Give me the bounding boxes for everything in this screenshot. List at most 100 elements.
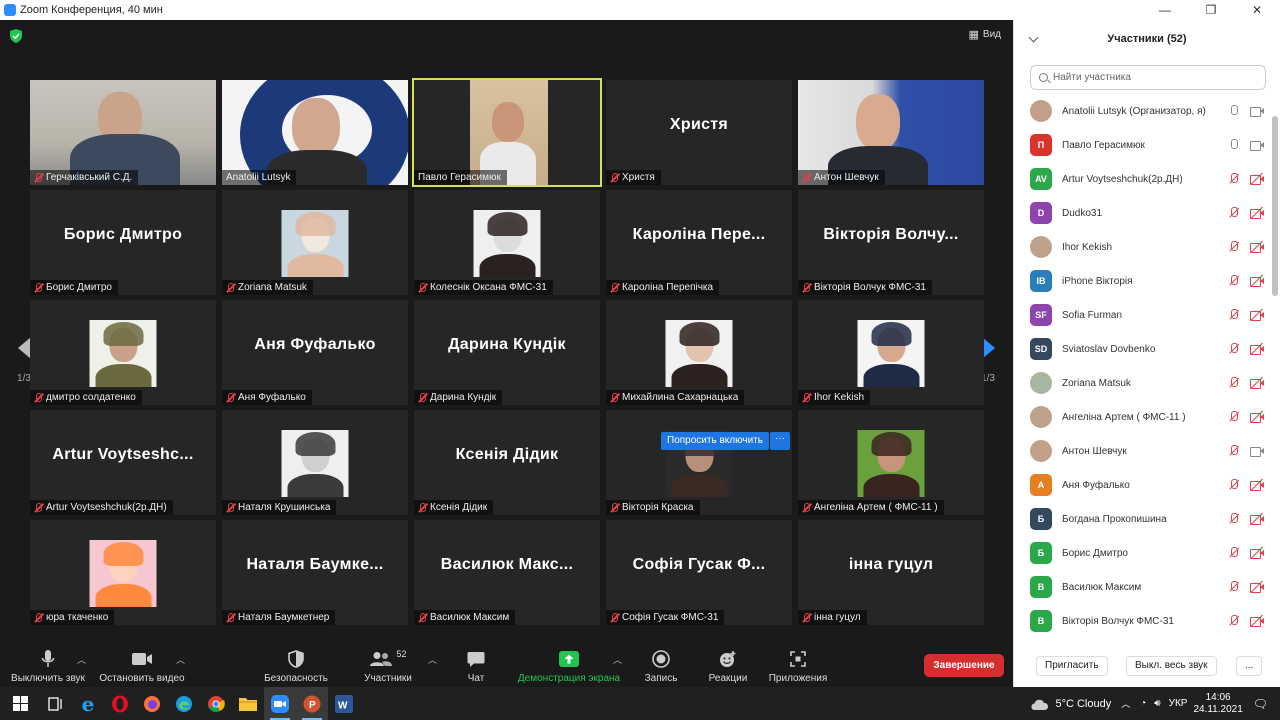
edge-icon[interactable] bbox=[168, 687, 200, 720]
close-button[interactable]: ✕ bbox=[1234, 0, 1280, 20]
panel-scrollbar[interactable] bbox=[1272, 116, 1278, 296]
notifications-icon[interactable]: 🗨︎ bbox=[1253, 697, 1268, 711]
chevron-down-icon[interactable] bbox=[1028, 32, 1039, 43]
video-off-icon[interactable] bbox=[1250, 172, 1264, 185]
encryption-shield-icon[interactable] bbox=[10, 29, 22, 43]
participant-tile[interactable]: Вікторія Волчу... Вікторія Волчук ФМС-31 bbox=[798, 190, 984, 295]
video-off-icon[interactable] bbox=[1250, 478, 1264, 491]
weather-text[interactable]: 5°C Cloudy bbox=[1055, 698, 1111, 710]
video-off-icon[interactable] bbox=[1250, 342, 1264, 355]
mute-button[interactable]: Выключить звук bbox=[8, 647, 88, 687]
participant-tile[interactable]: дмитро солдатенко bbox=[30, 300, 216, 405]
participant-row[interactable]: В Василюк Максим bbox=[1014, 570, 1272, 604]
participant-tile[interactable]: юра ткаченко bbox=[30, 520, 216, 625]
participant-tile[interactable]: Наталя Крушинська bbox=[222, 410, 408, 515]
language-indicator[interactable]: УКР bbox=[1169, 698, 1188, 709]
video-off-icon[interactable] bbox=[1250, 580, 1264, 593]
record-button[interactable]: Запись bbox=[640, 647, 682, 687]
participant-tile[interactable]: Христя Христя bbox=[606, 80, 792, 185]
participant-tile[interactable]: Ihor Kekish bbox=[798, 300, 984, 405]
file-explorer-icon[interactable] bbox=[232, 687, 264, 720]
participants-caret-icon[interactable]: ︿ bbox=[428, 653, 437, 666]
participant-tile[interactable]: Василюк Макс... Василюк Максим bbox=[414, 520, 600, 625]
participant-row[interactable]: Ангеліна Артем ( ФМС-11 ) bbox=[1014, 400, 1272, 434]
participant-row[interactable]: Антон Шевчук bbox=[1014, 434, 1272, 468]
participant-row[interactable]: IB iPhone Вікторія bbox=[1014, 264, 1272, 298]
participant-tile[interactable]: Наталя Баумке... Наталя Баумкетнер bbox=[222, 520, 408, 625]
share-caret-icon[interactable]: ︿ bbox=[613, 653, 622, 666]
participant-tile[interactable]: Павло Герасимюк bbox=[412, 78, 602, 187]
video-options-caret-icon[interactable]: ︿ bbox=[176, 653, 185, 666]
participant-row[interactable]: В Вікторія Волчук ФМС-31 bbox=[1014, 604, 1272, 638]
participant-tile[interactable]: Вікторія Краска bbox=[606, 410, 792, 515]
participant-row[interactable]: Б Богдана Прокопишина bbox=[1014, 502, 1272, 536]
muted-mic-icon[interactable] bbox=[1228, 513, 1240, 525]
video-icon[interactable] bbox=[1250, 445, 1264, 457]
windows-start-icon[interactable] bbox=[0, 687, 40, 720]
participant-tile[interactable]: Дарина Кундік Дарина Кундік bbox=[414, 300, 600, 405]
invite-button[interactable]: Пригласить bbox=[1036, 656, 1108, 676]
chat-button[interactable]: Чат bbox=[456, 647, 496, 687]
participant-tile[interactable]: Anatolii Lutsyk bbox=[222, 80, 408, 185]
tile-more-button[interactable]: ··· bbox=[770, 432, 790, 450]
participant-row[interactable]: Ihor Kekish bbox=[1014, 230, 1272, 264]
muted-mic-icon[interactable] bbox=[1228, 207, 1240, 219]
participant-row[interactable]: SD Sviatoslav Dovbenko bbox=[1014, 332, 1272, 366]
participant-tile[interactable]: Колеснік Оксана ФМС-31 bbox=[414, 190, 600, 295]
minimize-button[interactable]: — bbox=[1142, 0, 1188, 20]
muted-mic-icon[interactable] bbox=[1228, 309, 1240, 321]
stop-video-button[interactable]: Остановить видео bbox=[98, 647, 186, 687]
participant-tile[interactable]: Ангеліна Артем ( ФМС-11 ) bbox=[798, 410, 984, 515]
internet-explorer-icon[interactable]: e bbox=[72, 687, 104, 720]
powerpoint-icon[interactable]: P bbox=[296, 687, 328, 720]
participant-row[interactable]: SF Sofia Furman bbox=[1014, 298, 1272, 332]
video-off-icon[interactable] bbox=[1250, 274, 1264, 287]
opera-icon[interactable] bbox=[104, 687, 136, 720]
muted-mic-icon[interactable] bbox=[1228, 581, 1240, 593]
video-off-icon[interactable] bbox=[1250, 240, 1264, 253]
muted-mic-icon[interactable] bbox=[1228, 411, 1240, 423]
participant-tile[interactable]: Artur Voytseshc... Artur Voytseshchuk(2р.… bbox=[30, 410, 216, 515]
participant-row[interactable]: П Павло Герасимюк bbox=[1014, 128, 1272, 162]
network-icon[interactable]: ◔ bbox=[1140, 698, 1146, 709]
muted-mic-icon[interactable] bbox=[1228, 445, 1240, 457]
muted-mic-icon[interactable] bbox=[1228, 343, 1240, 355]
participant-tile[interactable]: Софія Гусак Ф... Софія Гусак ФМС-31 bbox=[606, 520, 792, 625]
task-view-icon[interactable] bbox=[40, 687, 72, 720]
participant-tile[interactable]: Аня Фуфалько Аня Фуфалько bbox=[222, 300, 408, 405]
video-icon[interactable] bbox=[1250, 139, 1264, 151]
participants-button[interactable]: 52 Участники bbox=[356, 647, 420, 687]
participant-row[interactable]: А Аня Фуфалько bbox=[1014, 468, 1272, 502]
video-off-icon[interactable] bbox=[1250, 410, 1264, 423]
muted-mic-icon[interactable] bbox=[1228, 547, 1240, 559]
participant-row[interactable]: Anatolii Lutsyk (Организатор, я) bbox=[1014, 94, 1272, 128]
muted-mic-icon[interactable] bbox=[1228, 377, 1240, 389]
video-off-icon[interactable] bbox=[1250, 308, 1264, 321]
participant-row[interactable]: AV Artur Voytseshchuk(2р.ДН) bbox=[1014, 162, 1272, 196]
participant-tile[interactable]: Zoriana Matsuk bbox=[222, 190, 408, 295]
video-off-icon[interactable] bbox=[1250, 376, 1264, 389]
mic-icon[interactable] bbox=[1228, 139, 1240, 151]
maximize-button[interactable]: ❐ bbox=[1188, 0, 1234, 20]
clock[interactable]: 14:06 24.11.2021 bbox=[1193, 692, 1242, 716]
muted-mic-icon[interactable] bbox=[1228, 173, 1240, 185]
mic-icon[interactable] bbox=[1228, 105, 1240, 117]
participant-row[interactable]: Б Борис Дмитро bbox=[1014, 536, 1272, 570]
chrome-icon[interactable] bbox=[200, 687, 232, 720]
muted-mic-icon[interactable] bbox=[1228, 479, 1240, 491]
video-off-icon[interactable] bbox=[1250, 512, 1264, 525]
ask-to-unmute-button[interactable]: Попросить включить bbox=[661, 432, 769, 450]
apps-button[interactable]: Приложения bbox=[766, 647, 830, 687]
view-button[interactable]: ▦ Вид bbox=[969, 28, 1002, 41]
participant-row[interactable]: D Dudko31 bbox=[1014, 196, 1272, 230]
participant-tile[interactable]: Михайлина Сахарнацька bbox=[606, 300, 792, 405]
audio-options-caret-icon[interactable]: ︿ bbox=[77, 653, 86, 666]
share-screen-button[interactable]: Демонстрация экрана bbox=[514, 647, 624, 687]
muted-mic-icon[interactable] bbox=[1228, 275, 1240, 287]
participant-tile[interactable]: Борис Дмитро Борис Дмитро bbox=[30, 190, 216, 295]
muted-mic-icon[interactable] bbox=[1228, 241, 1240, 253]
participant-tile[interactable]: інна гуцул інна гуцул bbox=[798, 520, 984, 625]
participant-tile[interactable]: Ксенія Дідик Ксенія Дідик bbox=[414, 410, 600, 515]
video-off-icon[interactable] bbox=[1250, 206, 1264, 219]
reactions-button[interactable]: Реакции bbox=[704, 647, 752, 687]
